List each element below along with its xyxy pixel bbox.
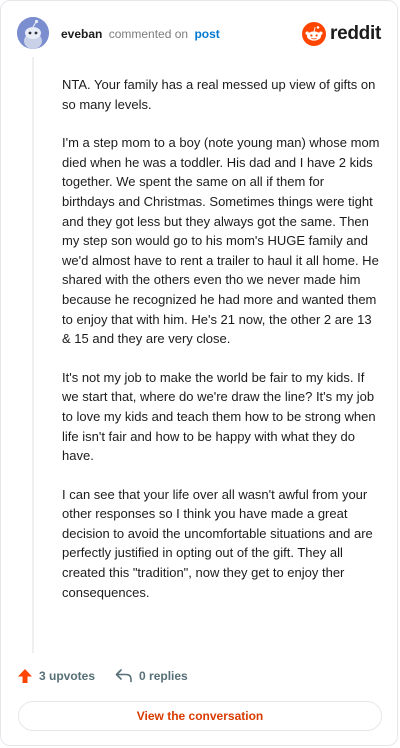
brand-wordmark: reddit [330, 23, 381, 44]
reddit-logo[interactable]: reddit [302, 22, 381, 46]
comment-paragraph: I'm a step mom to a boy (note young man)… [62, 135, 380, 347]
byline: eveban commented on post [61, 26, 220, 42]
snoo-avatar-icon [17, 17, 49, 49]
action-text: commented on [108, 27, 189, 41]
comment-paragraph: NTA. Your family has a real messed up vi… [62, 77, 376, 112]
upvote-button[interactable]: 3 upvotes [17, 668, 95, 684]
comment-card: eveban commented on post reddit NTA. You… [0, 0, 398, 746]
thread-line [32, 57, 34, 653]
comment-paragraph: I can see that your life over all wasn't… [62, 486, 373, 600]
upvote-count: 3 upvotes [39, 669, 96, 683]
upvote-arrow-icon [18, 669, 32, 683]
comment-header: eveban commented on post reddit [17, 17, 381, 51]
comment-footer: 3 upvotes 0 replies [17, 665, 208, 687]
reply-count: 0 replies [139, 669, 188, 683]
reddit-logo-icon [302, 22, 327, 46]
reply-arrow-icon [115, 669, 132, 683]
comment-body: NTA. Your family has a real messed up vi… [62, 75, 380, 621]
reply-button[interactable]: 0 replies [115, 668, 188, 684]
view-conversation-button[interactable]: View the conversation [18, 701, 382, 731]
post-link[interactable]: post [194, 27, 219, 41]
username-link[interactable]: eveban [61, 27, 102, 41]
avatar[interactable] [17, 17, 49, 49]
comment-paragraph: It's not my job to make the world be fai… [62, 369, 376, 464]
